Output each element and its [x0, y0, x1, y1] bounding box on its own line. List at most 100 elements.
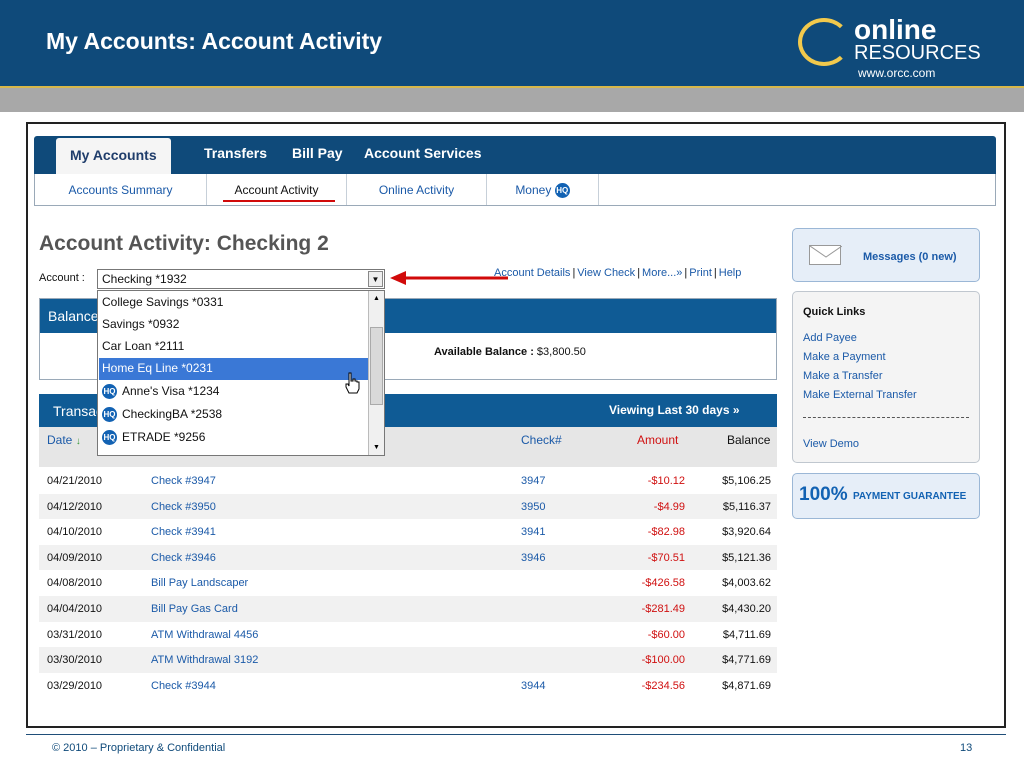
- row-description-link[interactable]: Check #3946: [151, 552, 216, 564]
- link-view-check[interactable]: View Check: [577, 267, 635, 279]
- dropdown-arrow-icon[interactable]: ▼: [368, 271, 383, 287]
- logo-url: www.orcc.com: [858, 66, 936, 80]
- row-balance: $4,711.69: [722, 628, 771, 641]
- hq-icon: HQ: [102, 430, 117, 446]
- subnav-online-activity[interactable]: Online Activity: [347, 174, 487, 205]
- row-amount: -$82.98: [647, 526, 685, 539]
- row-description-link[interactable]: Check #3941: [151, 526, 216, 538]
- scroll-thumb[interactable]: [370, 327, 383, 405]
- subnav-money-hq[interactable]: Money HQ: [487, 174, 599, 205]
- online-resources-logo: online RESOURCES www.orcc.com: [798, 14, 1008, 84]
- link-print[interactable]: Print: [689, 267, 712, 279]
- sub-nav: Accounts Summary Account Activity Online…: [34, 174, 996, 206]
- dropdown-option[interactable]: HQ ETRADE *9256: [99, 427, 369, 449]
- row-amount: -$60.00: [647, 628, 685, 641]
- col-balance: Balance: [727, 433, 771, 447]
- row-check-number[interactable]: 3941: [521, 526, 545, 538]
- row-balance: $5,106.25: [722, 475, 771, 487]
- messages-link[interactable]: Messages (0 new): [863, 251, 957, 263]
- dropdown-option[interactable]: Savings *0932: [99, 314, 369, 336]
- envelope-icon: [809, 245, 843, 265]
- subnav-money-label: Money: [515, 183, 552, 197]
- account-select[interactable]: Checking *1932 ▼: [97, 269, 385, 289]
- available-balance-value: $3,800.50: [536, 346, 586, 358]
- page-number: 13: [960, 742, 973, 754]
- payment-guarantee-badge[interactable]: 100% PAYMENT GUARANTEE: [792, 473, 980, 519]
- row-date: 03/30/2010: [47, 654, 103, 667]
- account-select-value: Checking *1932: [102, 272, 187, 286]
- dropdown-option[interactable]: Home Eq Line *0231: [99, 358, 369, 380]
- dropdown-option-label: Car Loan *2111: [102, 339, 185, 353]
- table-row: 04/12/2010 Check #3950 3950 -$4.99 $5,116.37: [39, 493, 777, 520]
- hq-icon: HQ: [102, 407, 117, 423]
- table-row: 03/29/2010 Check #3944 3944 -$234.56 $4,871.…: [39, 673, 777, 699]
- dropdown-scrollbar[interactable]: ▲ ▼: [368, 291, 384, 455]
- row-date: 04/04/2010: [47, 602, 103, 615]
- quick-link-external-transfer[interactable]: Make External Transfer: [803, 389, 917, 401]
- hq-icon: HQ: [102, 384, 117, 400]
- table-row: 04/08/2010 Bill Pay Landscaper -$426.58 $4,…: [39, 570, 777, 596]
- quick-link-make-payment[interactable]: Make a Payment: [803, 351, 886, 363]
- col-date[interactable]: Date ↓: [47, 433, 81, 447]
- row-date: 04/10/2010: [47, 526, 103, 539]
- viewing-period-link[interactable]: Viewing Last 30 days »: [609, 403, 740, 417]
- quick-link-make-transfer[interactable]: Make a Transfer: [803, 370, 882, 382]
- messages-box[interactable]: Messages (0 new): [792, 228, 980, 282]
- row-description-link[interactable]: Check #3944: [151, 680, 216, 692]
- subnav-accounts-summary[interactable]: Accounts Summary: [35, 174, 207, 205]
- logo-resources-text: RESOURCES: [854, 42, 981, 64]
- tab-my-accounts[interactable]: My Accounts: [56, 138, 171, 174]
- scroll-down-icon[interactable]: ▼: [370, 441, 383, 454]
- tab-account-services[interactable]: Account Services: [364, 145, 482, 161]
- link-more[interactable]: More...»: [642, 267, 682, 279]
- dropdown-option-label: Home Eq Line *0231: [102, 361, 213, 375]
- quick-links-divider: [803, 417, 969, 418]
- available-balance: Available Balance : $3,800.50: [434, 346, 586, 358]
- row-date: 04/12/2010: [47, 500, 103, 513]
- row-check-number[interactable]: 3944: [521, 680, 545, 692]
- dropdown-option[interactable]: HQ Anne's Visa *1234: [99, 381, 369, 403]
- row-date: 03/29/2010: [47, 679, 103, 692]
- col-check[interactable]: Check#: [521, 433, 562, 447]
- scroll-up-icon[interactable]: ▲: [370, 292, 383, 305]
- col-amount[interactable]: Amount: [637, 433, 678, 447]
- dropdown-option[interactable]: HQ CheckingBA *2538: [99, 404, 369, 426]
- dropdown-option-label: Savings *0932: [102, 317, 180, 331]
- hq-icon: HQ: [554, 183, 570, 199]
- tab-bill-pay[interactable]: Bill Pay: [292, 145, 343, 161]
- main-nav: My Accounts Transfers Bill Pay Account S…: [34, 136, 996, 174]
- row-check-number[interactable]: 3946: [521, 552, 545, 564]
- row-description-link[interactable]: Bill Pay Landscaper: [151, 577, 248, 589]
- header-band: [0, 86, 1024, 112]
- sort-down-icon: ↓: [75, 436, 81, 447]
- transactions-table: 04/21/2010 Check #3947 3947 -$10.12 $5,106.2…: [39, 468, 777, 698]
- footer-copyright: © 2010 – Proprietary & Confidential: [52, 742, 226, 754]
- view-demo-link[interactable]: View Demo: [803, 438, 859, 450]
- row-balance: $4,871.69: [722, 679, 771, 692]
- row-check-number[interactable]: 3950: [521, 501, 545, 513]
- row-amount: -$426.58: [641, 577, 685, 590]
- quick-links-title: Quick Links: [803, 306, 866, 318]
- table-row: 04/10/2010 Check #3941 3941 -$82.98 $3,920.6…: [39, 519, 777, 545]
- quick-link-add-payee[interactable]: Add Payee: [803, 332, 857, 344]
- row-balance: $5,116.37: [722, 500, 771, 513]
- row-description-link[interactable]: Bill Pay Gas Card: [151, 603, 238, 615]
- row-amount: -$4.99: [653, 500, 685, 513]
- row-check-number[interactable]: 3947: [521, 475, 545, 487]
- dropdown-option[interactable]: Car Loan *2111: [99, 336, 369, 358]
- row-amount: -$70.51: [647, 551, 685, 564]
- table-row: 04/09/2010 Check #3946 3946 -$70.51 $5,121.3…: [39, 544, 777, 571]
- row-date: 04/08/2010: [47, 577, 103, 590]
- row-description-link[interactable]: ATM Withdrawal 3192: [151, 654, 258, 666]
- account-links: Account Details | View Check | More...» | Prin…: [494, 267, 742, 279]
- dropdown-option[interactable]: College Savings *0331: [99, 292, 369, 314]
- link-account-details[interactable]: Account Details: [494, 267, 570, 279]
- table-row: 04/04/2010 Bill Pay Gas Card -$281.49 $4,43…: [39, 595, 777, 622]
- available-balance-label: Available Balance :: [434, 346, 534, 358]
- link-help[interactable]: Help: [719, 267, 742, 279]
- row-description-link[interactable]: Check #3947: [151, 475, 216, 487]
- row-description-link[interactable]: ATM Withdrawal 4456: [151, 629, 258, 641]
- row-description-link[interactable]: Check #3950: [151, 501, 216, 513]
- transactions-title: Transac: [53, 403, 104, 419]
- tab-transfers[interactable]: Transfers: [204, 145, 267, 161]
